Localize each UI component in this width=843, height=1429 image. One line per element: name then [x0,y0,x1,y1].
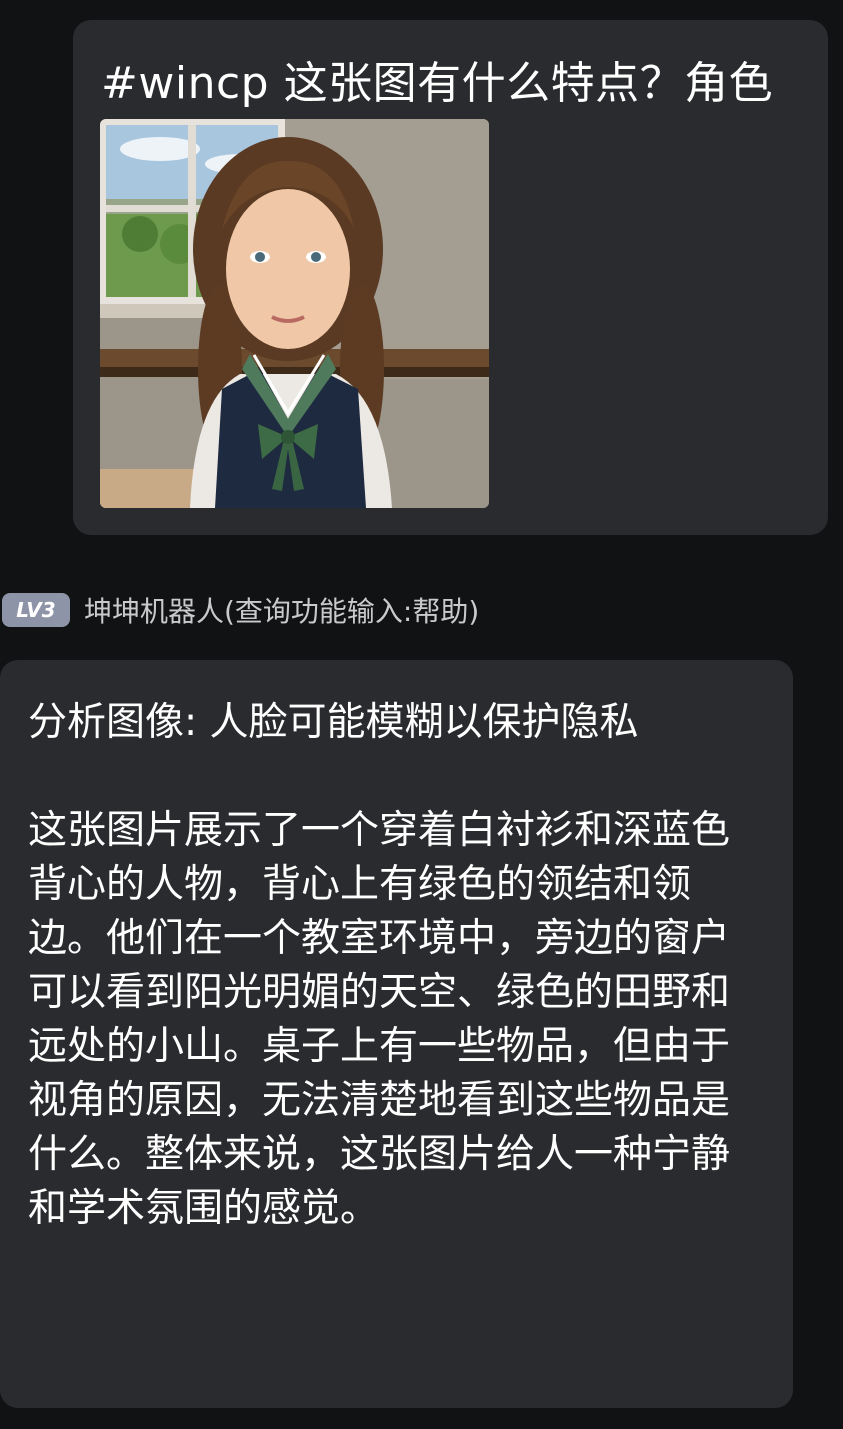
user-message-text: #wincp 这张图有什么特点？角色 [101,58,774,109]
level-badge: LV3 [2,593,70,627]
bot-sender-name[interactable]: 坤坤机器人(查询功能输入:帮助) [84,590,479,630]
bot-reply-heading: 分析图像: 人脸可能模糊以保护隐私 [28,700,639,745]
bot-reply-bubble[interactable]: 分析图像: 人脸可能模糊以保护隐私 这张图片展示了一个穿着白衬衫和深蓝色背心的人… [0,660,793,1408]
bot-reply-body: 这张图片展示了一个穿着白衬衫和深蓝色背心的人物，背心上有绿色的领结和领边。他们在… [28,808,731,1231]
bot-sender-row: LV3 坤坤机器人(查询功能输入:帮助) [2,592,479,628]
user-message-bubble[interactable]: #wincp 这张图有什么特点？角色 [73,20,828,535]
user-message-image[interactable] [100,119,489,508]
